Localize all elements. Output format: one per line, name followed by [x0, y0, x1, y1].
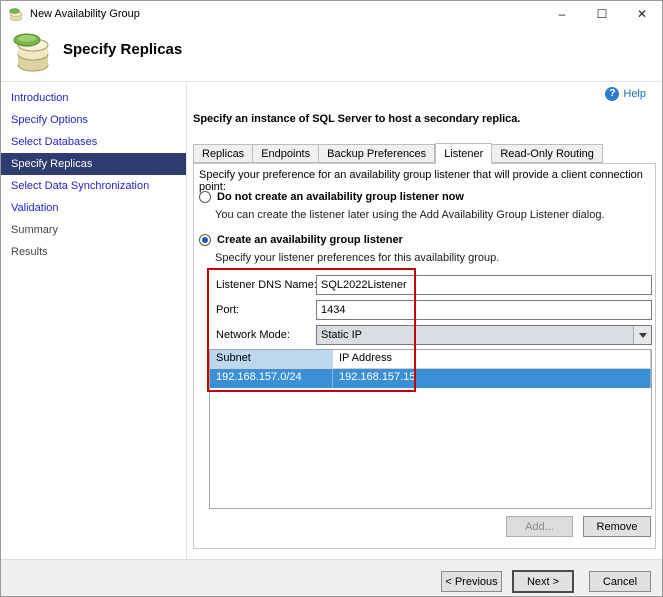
instruction-text: Specify an instance of SQL Server to hos… [193, 113, 520, 125]
sidebar-item-specify-options[interactable]: Specify Options [1, 109, 186, 131]
listener-intro-text: Specify your preference for an availabil… [199, 169, 649, 193]
column-header-subnet[interactable]: Subnet [210, 350, 333, 368]
radio-do-not-create-listener[interactable]: Do not create an availability group list… [199, 191, 464, 203]
sidebar-item-validation[interactable]: Validation [1, 197, 186, 219]
window-controls: – ☐ ✕ [542, 1, 662, 27]
port-label: Port: [216, 304, 239, 316]
tab-listener[interactable]: Listener [435, 143, 492, 164]
radio-create-listener[interactable]: Create an availability group listener [199, 234, 403, 246]
remove-button[interactable]: Remove [583, 516, 651, 537]
radio-create-description: Specify your listener preferences for th… [215, 252, 499, 264]
tab-replicas[interactable]: Replicas [193, 144, 253, 163]
radio-checked-icon [199, 234, 211, 246]
title-bar: New Availability Group – ☐ ✕ [1, 1, 662, 27]
network-mode-label: Network Mode: [216, 329, 290, 341]
sidebar-item-select-data-synchronization[interactable]: Select Data Synchronization [1, 175, 186, 197]
column-header-ip-address[interactable]: IP Address [333, 350, 651, 368]
help-label: Help [623, 88, 646, 100]
table-row[interactable]: 192.168.157.0/24 192.168.157.15 [210, 369, 651, 388]
minimize-icon[interactable]: – [542, 1, 582, 27]
help-icon: ? [605, 87, 619, 101]
radio-do-not-create-label: Do not create an availability group list… [217, 191, 464, 203]
maximize-icon[interactable]: ☐ [582, 1, 622, 27]
radio-unchecked-icon [199, 191, 211, 203]
add-button[interactable]: Add... [506, 516, 573, 537]
window-title: New Availability Group [30, 8, 140, 20]
port-input[interactable] [316, 300, 652, 320]
tab-strip: Replicas Endpoints Backup Preferences Li… [193, 143, 603, 163]
close-icon[interactable]: ✕ [622, 1, 662, 27]
tab-backup-preferences[interactable]: Backup Preferences [319, 144, 435, 163]
sidebar-item-introduction[interactable]: Introduction [1, 87, 186, 109]
wizard-steps-sidebar: Introduction Specify Options Select Data… [1, 82, 187, 559]
radio-create-label: Create an availability group listener [217, 234, 403, 246]
tab-read-only-routing[interactable]: Read-Only Routing [492, 144, 603, 163]
wizard-window: New Availability Group – ☐ ✕ Specify Rep… [0, 0, 663, 597]
page-title: Specify Replicas [63, 41, 182, 58]
ip-address-cell: 192.168.157.15 [333, 369, 651, 388]
wizard-header: Specify Replicas [1, 27, 662, 81]
sidebar-item-results[interactable]: Results [1, 241, 186, 263]
next-button[interactable]: Next > [512, 570, 574, 593]
network-mode-dropdown[interactable]: Static IP [316, 325, 652, 345]
previous-button[interactable]: < Previous [441, 571, 502, 592]
table-header-row: Subnet IP Address [210, 350, 651, 369]
app-icon [8, 6, 24, 22]
tab-endpoints[interactable]: Endpoints [253, 144, 319, 163]
availability-group-icon [11, 30, 53, 74]
subnet-cell: 192.168.157.0/24 [210, 369, 333, 388]
help-link[interactable]: ? Help [605, 87, 646, 101]
listener-dns-name-label: Listener DNS Name: [216, 279, 317, 291]
sidebar-item-specify-replicas[interactable]: Specify Replicas [1, 153, 186, 175]
sidebar-item-summary[interactable]: Summary [1, 219, 186, 241]
chevron-down-icon [633, 326, 651, 344]
subnet-ip-table: Subnet IP Address 192.168.157.0/24 192.1… [209, 349, 652, 509]
listener-dns-name-input[interactable] [316, 275, 652, 295]
network-mode-value: Static IP [317, 329, 633, 341]
radio-do-not-create-description: You can create the listener later using … [215, 209, 605, 221]
sidebar-item-select-databases[interactable]: Select Databases [1, 131, 186, 153]
cancel-button[interactable]: Cancel [589, 571, 651, 592]
